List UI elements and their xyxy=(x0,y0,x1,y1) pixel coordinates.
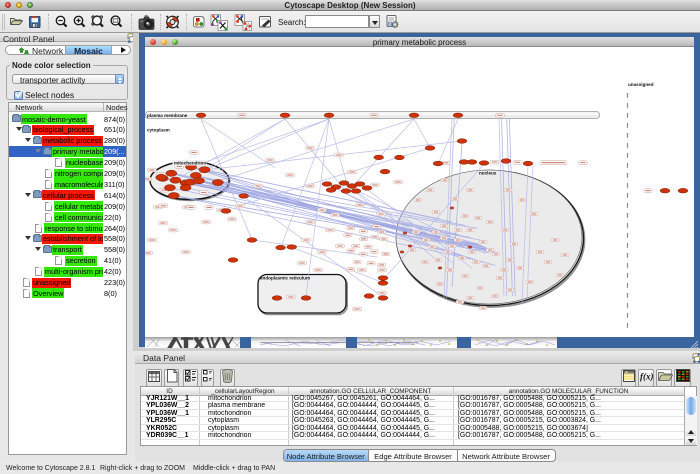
svg-text:endoplasmic reticulum: endoplasmic reticulum xyxy=(260,276,310,281)
svg-text:mitochondrion: mitochondrion xyxy=(174,161,206,166)
svg-text:plasma membrane: plasma membrane xyxy=(147,113,188,118)
svg-text:nucleus: nucleus xyxy=(479,171,497,176)
svg-text:f(x): f(x) xyxy=(640,372,654,382)
svg-text:cytoplasm: cytoplasm xyxy=(147,128,170,133)
svg-text:unassigned: unassigned xyxy=(628,82,654,87)
